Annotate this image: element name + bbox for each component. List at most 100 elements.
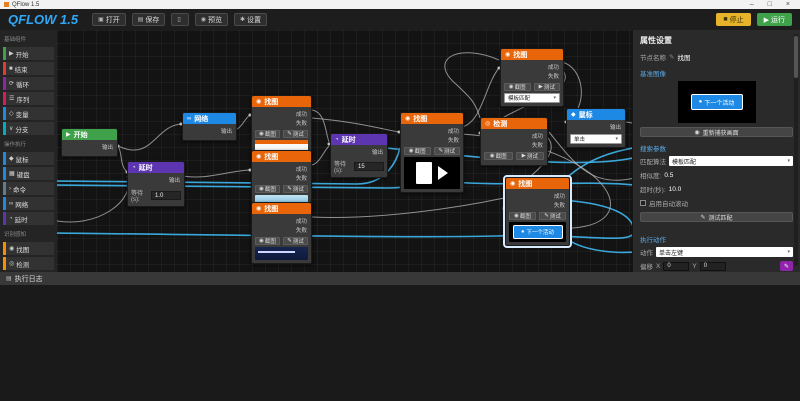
port-success: 成功 — [448, 127, 459, 135]
offset-y-label: Y — [692, 263, 696, 270]
node-findimage-1[interactable]: ◉找图 成功 失败 ◉截图 ✎测试 — [251, 95, 312, 157]
sidebar-item-command[interactable]: ›命令 — [3, 182, 54, 195]
open-button[interactable]: ▣打开 — [92, 13, 126, 26]
play-icon: ▶ — [522, 153, 526, 159]
match-mode-select[interactable]: 模板匹配▾ — [504, 93, 560, 103]
capture-button[interactable]: ◉截图 — [255, 237, 280, 245]
match-algorithm-select[interactable]: 模板匹配▾ — [669, 156, 793, 166]
camera-icon: ◉ — [259, 131, 264, 137]
scrollbar-thumb[interactable] — [794, 36, 798, 78]
node-findimage-6-selected[interactable]: ◉找图 成功 失败 ◉截图 ✎测试 ●下一个活动 — [505, 177, 570, 246]
stop-icon: ■ — [723, 16, 727, 23]
offset-y-input[interactable]: 0 — [700, 262, 726, 271]
app-header: QFLOW 1.5 ▣打开 ▤保存 ▯ ◉预览 ✱设置 ■停止 ▶运行 — [0, 9, 800, 30]
offset-edit-button[interactable]: ✎ — [780, 261, 793, 271]
capture-button[interactable]: ◉截图 — [484, 152, 513, 160]
recapture-button[interactable]: ◉重新捕获画面 — [640, 127, 793, 137]
capture-button[interactable]: ◉截图 — [255, 185, 280, 193]
log-bar[interactable]: ▤ 执行日志 — [0, 272, 800, 285]
clock-icon: ◔ — [335, 137, 339, 143]
run-button[interactable]: ▶运行 — [757, 13, 792, 26]
detect-icon: ◎ — [485, 120, 490, 127]
action-select[interactable]: 单击左键▾ — [656, 247, 793, 257]
test-match-button[interactable]: ✎测试匹配 — [640, 212, 793, 222]
sidebar-item-detect[interactable]: ◎检测 — [3, 257, 54, 270]
capture-button[interactable]: ◉截图 — [255, 130, 280, 138]
match-algorithm-label: 匹配算法 — [640, 156, 666, 166]
node-delay-1[interactable]: ◔延时 输出 等待(s): 1.0 — [127, 161, 185, 207]
document-shape — [416, 162, 432, 184]
sidebar-item-network[interactable]: ∞网络 — [3, 197, 54, 210]
test-button[interactable]: ✎测试 — [283, 237, 308, 245]
wait-input[interactable]: 15 — [354, 162, 384, 171]
chevron-down-icon: ▾ — [553, 95, 556, 101]
pencil-icon: ✎ — [784, 263, 789, 270]
sidebar-item-mouse[interactable]: ◆鼠标 — [3, 152, 54, 165]
timeout-value[interactable]: 10.0 — [669, 186, 682, 193]
port-success: 成功 — [548, 63, 559, 71]
sidebar-section-actions: 操作执行 — [0, 137, 57, 150]
test-button[interactable]: ✎测试 — [539, 212, 566, 220]
wait-label: 等待(s): — [334, 159, 352, 174]
capture-button[interactable]: ◉截图 — [404, 147, 431, 155]
log-icon: ▤ — [6, 275, 12, 282]
test-button[interactable]: ✎测试 — [434, 147, 461, 155]
node-start[interactable]: ▶开始 输出 — [61, 128, 118, 157]
offset-label: 偏移 — [640, 261, 653, 271]
test-button[interactable]: ▶测试 — [534, 83, 561, 91]
node-findimage-3[interactable]: ◉找图 成功 失败 ◉截图 ✎测试 — [251, 202, 312, 264]
save-button[interactable]: ▤保存 — [132, 13, 166, 26]
play-icon: ▶ — [764, 16, 769, 24]
node-mouse[interactable]: ◆鼠标 输出 单击▾ — [566, 108, 626, 148]
port-fail: 失败 — [296, 174, 307, 182]
section-search-params: 搜索参数 — [640, 143, 793, 153]
test-button[interactable]: ✎测试 — [283, 130, 308, 138]
port-output: 输出 — [610, 123, 621, 131]
section-execute-action: 执行动作 — [640, 234, 793, 244]
play-icon: ▶ — [539, 84, 543, 90]
sidebar-item-variable[interactable]: ◇变量 — [3, 107, 54, 120]
camera-icon: ◉ — [9, 245, 14, 252]
template-preview[interactable]: ●下一个活动 — [678, 81, 756, 123]
sidebar-item-end[interactable]: ■结束 — [3, 62, 54, 75]
similarity-value[interactable]: 0.5 — [664, 172, 673, 179]
mouse-icon: ◆ — [9, 155, 14, 162]
sidebar-item-sequence[interactable]: ☰序列 — [3, 92, 54, 105]
close-button[interactable]: × — [786, 0, 790, 9]
minimize-button[interactable]: – — [750, 0, 754, 9]
node-name-value[interactable]: 找图 — [677, 52, 690, 62]
port-fail: 失败 — [554, 201, 565, 209]
panel-scrollbar[interactable] — [794, 34, 798, 266]
maximize-button[interactable]: □ — [768, 0, 772, 9]
test-button[interactable]: ▶测试 — [516, 152, 545, 160]
node-network[interactable]: ∞网络 输出 — [182, 112, 237, 141]
node-detect[interactable]: ◎检测 成功 失败 ◉截图 ▶测试 — [480, 117, 548, 166]
chevron-down-icon: ▾ — [615, 136, 618, 142]
sidebar-item-start[interactable]: ▶开始 — [3, 47, 54, 60]
stop-button[interactable]: ■停止 — [716, 13, 750, 26]
node-findimage-5[interactable]: ◉找图 成功 失败 ◉截图 ▶测试 模板匹配▾ — [500, 48, 564, 107]
preview-button[interactable]: ◉预览 — [195, 13, 228, 26]
camera-icon: ◉ — [514, 213, 519, 219]
click-type-select[interactable]: 单击▾ — [570, 134, 622, 144]
offset-x-input[interactable]: 0 — [663, 262, 689, 271]
wait-label: 等待(s): — [131, 188, 149, 203]
sidebar-item-branch[interactable]: ∨分支 — [3, 122, 54, 135]
settings-button[interactable]: ✱设置 — [234, 13, 267, 26]
node-delay-2[interactable]: ◔延时 输出 等待(s): 15 — [330, 133, 388, 178]
sidebar-item-loop[interactable]: ⟳循环 — [3, 77, 54, 90]
auto-scroll-checkbox[interactable] — [640, 200, 646, 206]
sidebar-item-keyboard[interactable]: ▦键盘 — [3, 167, 54, 180]
port-success: 成功 — [296, 110, 307, 118]
trash-icon: ▯ — [177, 16, 180, 23]
sidebar-item-findimage[interactable]: ◉找图 — [3, 242, 54, 255]
video-template-thumbnail — [404, 157, 460, 189]
sidebar-item-delay[interactable]: ◔延时 — [3, 212, 54, 225]
node-findimage-4[interactable]: ◉找图 成功 失败 ◉截图 ✎测试 — [400, 112, 464, 193]
wait-input[interactable]: 1.0 — [151, 191, 181, 200]
capture-button[interactable]: ◉截图 — [504, 83, 531, 91]
flow-canvas[interactable]: ▶开始 输出 ∞网络 输出 ◔延时 输出 等待(s): 1.0 ◔延时 输出 — [57, 30, 632, 272]
capture-button[interactable]: ◉截图 — [509, 212, 536, 220]
test-button[interactable]: ✎测试 — [283, 185, 308, 193]
clear-button[interactable]: ▯ — [171, 13, 188, 26]
